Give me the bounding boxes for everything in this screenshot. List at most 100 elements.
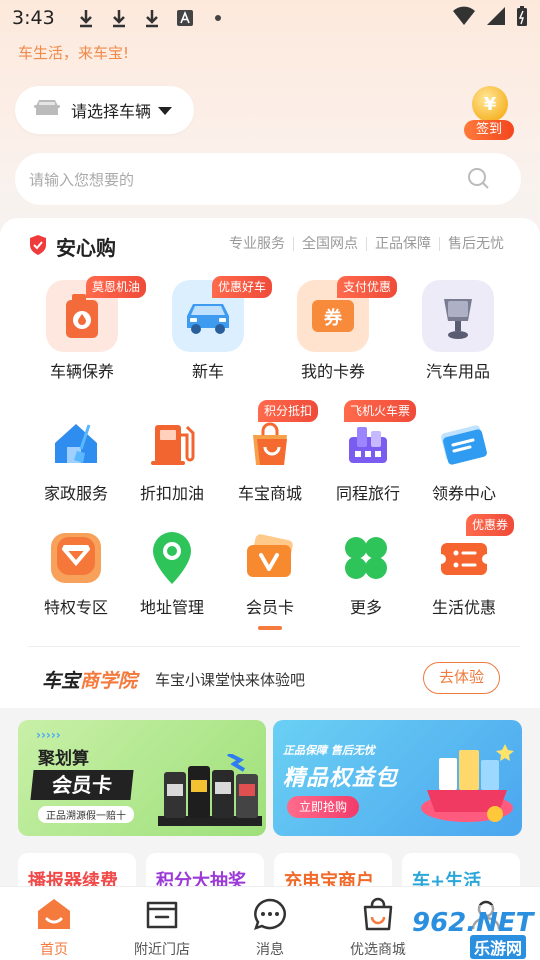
download-icon: [108, 7, 130, 29]
grid-label: 地址管理: [139, 598, 204, 617]
house-broom-icon: [46, 414, 106, 474]
signal-icon: [486, 6, 506, 31]
watermark-top: 962.NET: [412, 908, 534, 938]
arrows-icon: ›››››: [36, 728, 61, 742]
academy-logo-b: 商学院: [80, 669, 138, 692]
feature-item: 专业服务: [229, 236, 285, 252]
grid-label: 会员卡: [245, 598, 294, 617]
shopping-bag-icon: [240, 414, 300, 474]
feature-list: 专业服务 全国网点 正品保障 售后无忧: [221, 237, 512, 251]
phone-holder-icon: [422, 280, 494, 352]
watermark-logo: 962.NET 乐游网: [404, 905, 534, 959]
tab-messages[interactable]: 消息: [216, 887, 324, 960]
wifi-icon: [452, 6, 476, 31]
slogan: 车生活，来车宝!: [18, 44, 130, 62]
grid-label: 更多: [349, 598, 382, 617]
grid-label: 家政服务: [43, 484, 108, 503]
grid-label: 折扣加油: [139, 484, 204, 503]
tab-home[interactable]: 首页: [0, 887, 108, 960]
caret-down-icon: [157, 101, 173, 120]
status-time: 3:43: [12, 7, 55, 29]
rights-package-banner[interactable]: 正品保障 售后无忧 精品权益包 立即抢购: [273, 720, 522, 836]
banner-subtitle: 精品权益包: [283, 766, 399, 791]
grid-item-more[interactable]: 更多: [328, 528, 404, 618]
try-button[interactable]: 去体验: [423, 662, 500, 694]
section-title: 安心购: [56, 236, 116, 260]
grid-item-new-car[interactable]: 优惠好车 新车: [168, 276, 273, 382]
tab-label: 首页: [40, 942, 68, 958]
grid-item-address[interactable]: 地址管理: [134, 528, 210, 618]
member-card-banner[interactable]: ››››› 聚划算 会员卡 正品溯源假一赔十: [18, 720, 266, 836]
academy-text: 车宝小课堂快来体验吧: [155, 670, 306, 689]
grid-item-life-deals[interactable]: 优惠券 生活优惠: [426, 514, 515, 618]
battery-icon: [516, 5, 528, 32]
banner-note: 正品溯源假一赔十: [38, 806, 134, 823]
travel-building-icon: [338, 414, 398, 474]
divider: [28, 646, 520, 647]
svg-text:券: 券: [323, 307, 343, 329]
location-pin-icon: [142, 528, 202, 588]
badge: 支付优惠: [337, 276, 398, 298]
oil-products-image: [158, 752, 262, 830]
section-header: 安心购: [28, 232, 116, 261]
grid-item-my-coupons[interactable]: 券 支付优惠 我的卡券: [293, 276, 398, 382]
grid-label: 车宝商城: [237, 484, 302, 503]
grid-label: 领券中心: [431, 484, 496, 503]
academy-row: 车宝商学院 车宝小课堂快来体验吧 去体验: [0, 650, 540, 708]
search-bar[interactable]: 请输入您想要的: [15, 153, 521, 205]
coin-icon: ¥: [472, 86, 508, 122]
download-icon: [141, 7, 163, 29]
service-card: 安心购 专业服务 全国网点 正品保障 售后无忧 莫恩机油 车辆保养 优惠好车 新…: [0, 218, 540, 708]
badge: 积分抵扣: [258, 400, 319, 422]
signin-button[interactable]: ¥ 签到: [462, 86, 516, 142]
tab-label: 消息: [256, 942, 284, 958]
watermark-bottom: 乐游网: [469, 935, 526, 959]
member-card-icon: [240, 528, 300, 588]
tab-label: 附近门店: [134, 942, 190, 958]
privilege-gem-icon: [46, 528, 106, 588]
grid-label: 生活优惠: [431, 598, 496, 617]
download-icon: [75, 7, 97, 29]
page-indicator: [258, 626, 282, 630]
gift-box-image: [413, 734, 517, 834]
academy-logo-a: 车宝: [42, 669, 81, 692]
feature-item: 正品保障: [366, 237, 439, 251]
grid-item-maintenance[interactable]: 莫恩机油 车辆保养: [42, 276, 147, 382]
grid-label: 新车: [191, 362, 224, 381]
grid-label: 特权专区: [43, 598, 108, 617]
home-icon: [35, 895, 73, 933]
ticket-icon: [434, 414, 494, 474]
academy-logo: 车宝商学院: [42, 666, 137, 693]
grid-item-travel[interactable]: 飞机火车票 同程旅行: [328, 400, 417, 504]
grid-item-member-card[interactable]: 会员卡: [232, 528, 308, 618]
grid-label: 车辆保养: [49, 362, 114, 381]
grid-item-housekeeping[interactable]: 家政服务: [38, 414, 114, 504]
tab-nearby-stores[interactable]: 附近门店: [108, 887, 216, 960]
store-icon: [143, 895, 181, 933]
grid-item-fuel-discount[interactable]: 折扣加油: [134, 414, 210, 504]
feature-item: 售后无忧: [439, 237, 512, 251]
font-app-icon: [174, 7, 196, 29]
shield-icon: [28, 234, 48, 260]
search-input[interactable]: 请输入您想要的: [29, 169, 134, 190]
car-icon: [33, 97, 61, 123]
grid-item-coupon-center[interactable]: 领券中心: [426, 414, 502, 504]
badge: 优惠券: [466, 514, 515, 536]
grid-item-privilege[interactable]: 特权专区: [38, 528, 114, 618]
car-selector-label: 请选择车辆: [71, 102, 152, 121]
buy-now-button[interactable]: 立即抢购: [287, 796, 359, 818]
banner-title: 聚划算: [38, 749, 89, 769]
car-selector-button[interactable]: 请选择车辆: [15, 86, 194, 134]
grid-item-car-supplies[interactable]: 汽车用品: [418, 280, 498, 382]
notification-dot-icon: [207, 7, 229, 29]
badge: 优惠好车: [212, 276, 273, 298]
banner-title: 正品保障 售后无忧: [283, 744, 375, 757]
banner-subtitle: 会员卡: [30, 770, 134, 800]
feature-item: 全国网点: [293, 237, 366, 251]
grid-label: 我的卡券: [300, 362, 365, 381]
grid-label: 汽车用品: [425, 362, 490, 381]
search-icon[interactable]: [467, 167, 491, 195]
badge: 飞机火车票: [344, 400, 417, 422]
grid-item-mall[interactable]: 积分抵扣 车宝商城: [232, 400, 319, 504]
signin-label: 签到: [464, 120, 514, 140]
